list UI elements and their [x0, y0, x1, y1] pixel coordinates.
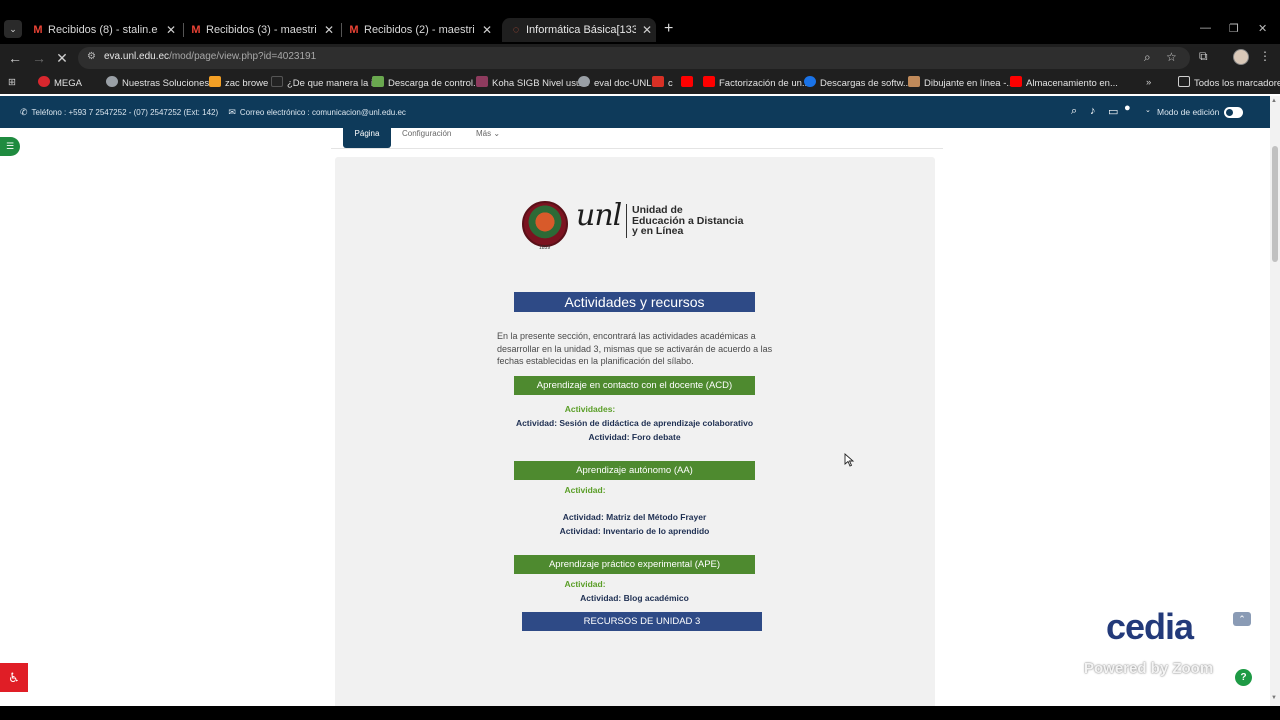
site-info-icon[interactable]: ⚙ — [87, 51, 96, 62]
bookmark-item[interactable]: MEGA — [38, 76, 82, 91]
zoom-icon[interactable]: ⌕ — [1144, 50, 1151, 65]
unl-logo: 1859 unl Unidad de Educación a Distancia… — [522, 197, 757, 253]
bookmark-item[interactable]: Dibujante en línea -... — [908, 76, 1014, 91]
bookmarks-bar: ⊞ MEGA Nuestras Soluciones... zac browe … — [0, 72, 1280, 94]
bookmark-item[interactable]: zac browe — [209, 76, 268, 91]
activity-link[interactable]: Actividad: Blog académico — [494, 593, 775, 603]
tab-separator — [341, 23, 342, 37]
youtube-bookmark-icon[interactable] — [681, 76, 697, 91]
browser-tab[interactable]: MRecibidos (3) - maestria.eile@u ✕ — [188, 18, 338, 42]
tab-separator — [183, 23, 184, 37]
activity-link[interactable]: Actividad: Inventario de lo aprendido — [494, 526, 775, 536]
phone-icon: ✆ — [20, 107, 28, 117]
site-header: ✆ Teléfono : +593 7 2547252 - (07) 254725… — [0, 96, 1270, 128]
help-button[interactable]: ? — [1235, 669, 1252, 686]
tab-pagina[interactable]: Página — [343, 128, 391, 148]
bookmark-item[interactable]: eval doc-UNL — [578, 76, 652, 91]
all-bookmarks-folder[interactable]: Todos los marcadores — [1178, 76, 1280, 91]
search-icon[interactable]: ⌕ — [1071, 105, 1077, 118]
edit-mode-toggle[interactable] — [1224, 107, 1243, 118]
bookmark-item[interactable]: Descargas de softw... — [804, 76, 911, 91]
bookmark-item[interactable]: Descarga de control... — [372, 76, 481, 91]
edit-mode-label: Modo de edición — [1157, 107, 1220, 117]
back-to-top-button[interactable]: ⌃ — [1233, 612, 1251, 626]
browser-tab[interactable]: MRecibidos (2) - maestria.eti@un ✕ — [346, 18, 496, 42]
bookmark-item[interactable]: Factorización de un... — [703, 76, 810, 91]
chevron-down-icon[interactable]: ⌄ — [1145, 106, 1151, 114]
secondary-navigation: Página Configuración Más ⌄ — [331, 128, 943, 149]
browser-toolbar: ← → ✕ ⚙ eva.unl.edu.ec/mod/page/view.php… — [0, 44, 1280, 72]
scrollbar-thumb[interactable] — [1272, 146, 1278, 262]
cedia-logo: cedia — [1106, 606, 1194, 647]
tab-configuracion[interactable]: Configuración — [402, 128, 451, 148]
message-icon[interactable]: ▭ — [1108, 105, 1118, 118]
bookmark-item[interactable]: c — [652, 76, 673, 91]
university-seal-icon — [522, 201, 568, 247]
tab-search-button[interactable]: ⌄ — [4, 20, 22, 38]
gmail-icon: M — [191, 24, 201, 36]
extensions-icon[interactable]: ⧉ — [1199, 49, 1208, 64]
activity-link[interactable]: Actividad: Foro debate — [494, 432, 775, 442]
section-banner-ape: Aprendizaje práctico experimental (APE) — [514, 555, 755, 574]
accessibility-icon[interactable]: ♿ — [0, 663, 28, 692]
new-tab-button[interactable]: + — [664, 19, 678, 39]
back-arrow-icon[interactable]: ← — [6, 48, 24, 68]
close-tab-icon[interactable]: ✕ — [166, 18, 176, 42]
minimize-icon[interactable]: — — [1200, 22, 1211, 34]
activity-link[interactable]: Actividad: Matriz del Método Frayer — [494, 512, 775, 522]
url-text[interactable]: eva.unl.edu.ec/mod/page/view.php?id=4023… — [104, 51, 316, 62]
activities-label: Actividad: — [564, 579, 606, 589]
bookmark-item[interactable]: Nuestras Soluciones... — [106, 76, 217, 91]
user-avatar-icon[interactable]: ● — [1124, 102, 1131, 114]
zoom-watermark: Powered by Zoom — [1084, 660, 1214, 677]
section-banner-acd: Aprendizaje en contacto con el docente (… — [514, 376, 755, 395]
close-window-icon[interactable]: ✕ — [1258, 22, 1267, 35]
mail-icon: ✉ — [228, 107, 236, 117]
apps-grid-icon[interactable]: ⊞ — [8, 76, 16, 90]
course-index-toggle[interactable]: ☰ — [0, 137, 20, 156]
address-bar[interactable]: ⚙ eva.unl.edu.ec/mod/page/view.php?id=40… — [78, 47, 1190, 69]
close-tab-icon[interactable]: ✕ — [482, 18, 492, 42]
browser-menu-icon[interactable]: ⋮ — [1259, 49, 1271, 63]
bottom-bar — [0, 706, 1280, 720]
intro-text: En la presente sección, encontrará las a… — [497, 331, 773, 366]
bookmark-item[interactable]: Koha SIGB Nivel usu... — [476, 76, 589, 91]
mouse-cursor-icon — [844, 453, 855, 467]
activity-link[interactable]: Actividad: Sesión de didáctica de aprend… — [494, 418, 775, 428]
stop-loading-icon[interactable]: ✕ — [53, 48, 71, 68]
close-tab-icon[interactable]: ✕ — [324, 18, 334, 42]
contact-info: ✆ Teléfono : +593 7 2547252 - (07) 254725… — [20, 107, 406, 117]
tab-mas[interactable]: Más ⌄ — [476, 128, 500, 148]
browser-tab-active[interactable]: ◌Informática Básica[133341]: Acti ✕ — [502, 18, 656, 42]
activities-label: Actividades: — [564, 404, 616, 414]
loading-icon: ◌ — [512, 24, 520, 36]
gmail-icon: M — [33, 24, 43, 36]
restore-icon[interactable]: ❐ — [1229, 22, 1239, 35]
page-title: Actividades y recursos — [514, 292, 755, 312]
profile-avatar[interactable] — [1233, 49, 1249, 65]
scroll-up-arrow[interactable]: ▲ — [1271, 98, 1277, 104]
scroll-down-arrow[interactable]: ▼ — [1271, 695, 1277, 701]
gmail-icon: M — [349, 24, 359, 36]
browser-tab[interactable]: MRecibidos (8) - stalin.espinoza@ ✕ — [30, 18, 180, 42]
more-bookmarks-icon[interactable]: » — [1146, 76, 1151, 90]
bookmark-item[interactable]: ¿De que manera la i... — [271, 76, 381, 91]
activities-label: Actividad: — [564, 485, 606, 495]
bookmark-item[interactable]: Almacenamiento en... — [1010, 76, 1118, 91]
bell-icon[interactable]: ♪ — [1090, 105, 1096, 117]
close-tab-icon[interactable]: ✕ — [642, 18, 652, 42]
browser-tab-strip: ⌄ MRecibidos (8) - stalin.espinoza@ ✕ MR… — [0, 0, 1280, 44]
section-banner-aa: Aprendizaje autónomo (AA) — [514, 461, 755, 480]
forward-arrow-icon[interactable]: → — [30, 48, 48, 68]
bookmark-star-icon[interactable]: ☆ — [1166, 50, 1177, 64]
resources-banner: RECURSOS DE UNIDAD 3 — [522, 612, 762, 631]
